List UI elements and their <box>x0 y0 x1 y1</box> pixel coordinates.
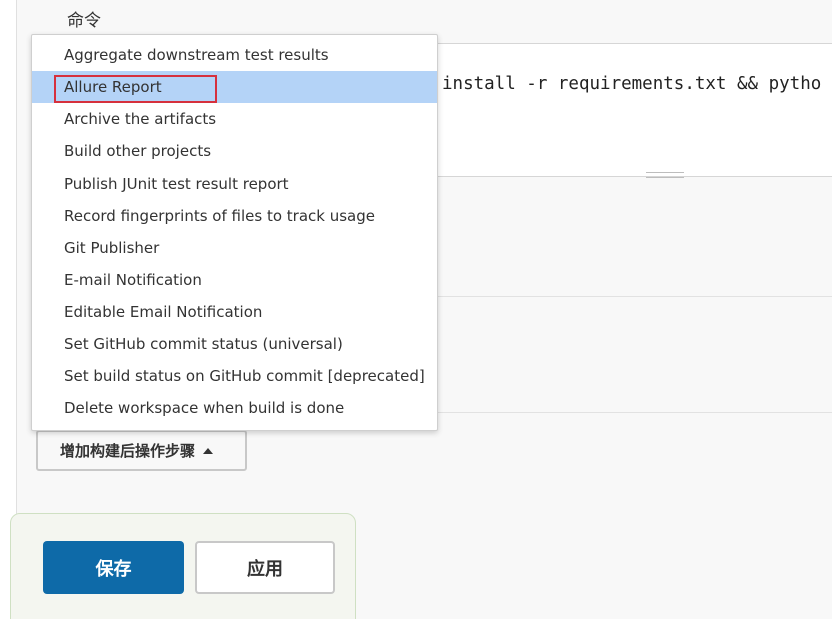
add-post-build-step-button[interactable]: 增加构建后操作步骤 <box>36 430 247 471</box>
command-text[interactable]: install -r requirements.txt && pytho <box>442 74 821 94</box>
command-label: 命令 <box>67 11 101 31</box>
menu-item-delete-workspace[interactable]: Delete workspace when build is done <box>32 392 437 424</box>
save-button[interactable]: 保存 <box>43 541 184 594</box>
textarea-resize-handle[interactable] <box>646 172 684 178</box>
section-divider <box>436 296 832 297</box>
jenkins-config-page: 命令 install -r requirements.txt && pytho … <box>0 0 832 619</box>
section-divider <box>436 412 832 413</box>
menu-item-archive-the-artifacts[interactable]: Archive the artifacts <box>32 103 437 135</box>
menu-item-set-build-status-github-deprecated[interactable]: Set build status on GitHub commit [depre… <box>32 360 437 392</box>
menu-item-record-fingerprints[interactable]: Record fingerprints of files to track us… <box>32 200 437 232</box>
menu-item-email-notification[interactable]: E-mail Notification <box>32 264 437 296</box>
apply-button[interactable]: 应用 <box>195 541 335 594</box>
menu-item-aggregate-downstream-test-results[interactable]: Aggregate downstream test results <box>32 39 437 71</box>
post-build-step-dropdown: Aggregate downstream test results Allure… <box>31 34 438 431</box>
menu-item-editable-email-notification[interactable]: Editable Email Notification <box>32 296 437 328</box>
menu-item-publish-junit-test-result-report[interactable]: Publish JUnit test result report <box>32 168 437 200</box>
menu-item-build-other-projects[interactable]: Build other projects <box>32 135 437 167</box>
menu-item-set-github-commit-status[interactable]: Set GitHub commit status (universal) <box>32 328 437 360</box>
menu-item-git-publisher[interactable]: Git Publisher <box>32 232 437 264</box>
menu-item-allure-report[interactable]: Allure Report <box>32 71 437 103</box>
add-post-build-step-label: 增加构建后操作步骤 <box>60 442 196 460</box>
caret-up-icon <box>203 447 214 454</box>
